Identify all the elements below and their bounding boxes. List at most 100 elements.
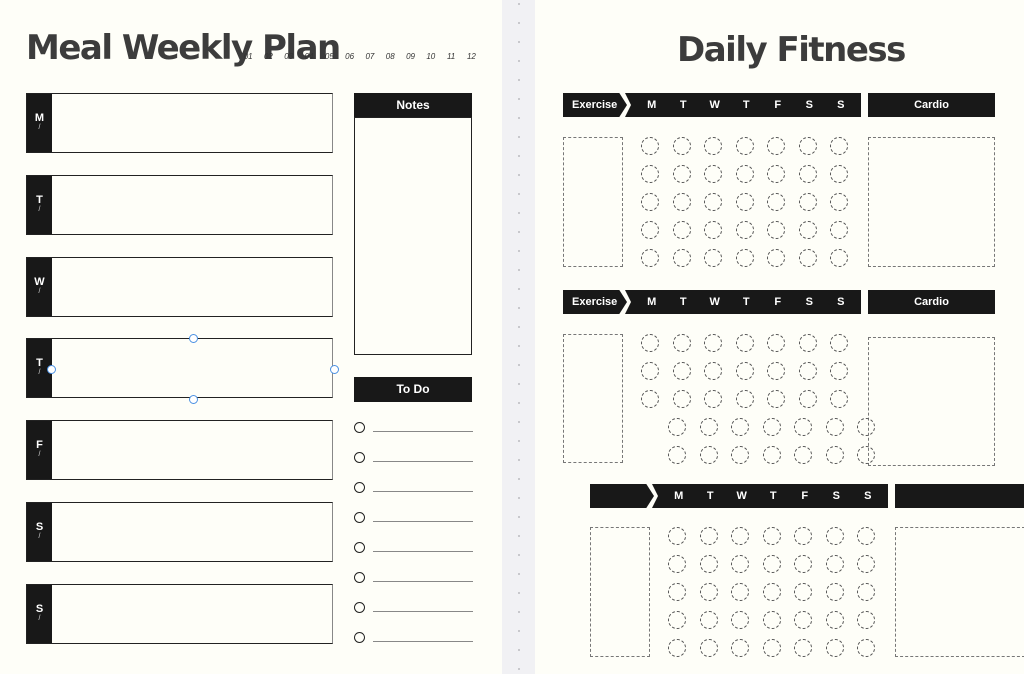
day-box[interactable]: F / bbox=[26, 420, 333, 481]
habit-circle[interactable] bbox=[641, 221, 659, 239]
month-02[interactable]: 02 bbox=[258, 52, 278, 61]
day-box[interactable]: M / bbox=[26, 93, 333, 153]
habit-circle[interactable] bbox=[762, 418, 781, 436]
habit-circle[interactable] bbox=[798, 221, 817, 239]
todo-checkbox[interactable] bbox=[354, 422, 365, 433]
habit-circle[interactable] bbox=[794, 583, 812, 601]
habit-circle[interactable] bbox=[798, 390, 817, 408]
habit-circle[interactable] bbox=[704, 334, 722, 352]
habit-circle[interactable] bbox=[794, 418, 812, 436]
habit-circle[interactable] bbox=[857, 611, 875, 629]
habit-circle[interactable] bbox=[641, 249, 659, 267]
month-06[interactable]: 06 bbox=[339, 52, 359, 61]
month-04[interactable]: 04 bbox=[299, 52, 319, 61]
habit-circle[interactable] bbox=[767, 362, 785, 380]
habit-circle[interactable] bbox=[704, 390, 722, 408]
habit-circle[interactable] bbox=[731, 418, 749, 436]
habit-circle[interactable] bbox=[735, 249, 754, 267]
habit-circle[interactable] bbox=[798, 334, 817, 352]
habit-circle[interactable] bbox=[830, 362, 848, 380]
habit-circle[interactable] bbox=[704, 193, 722, 211]
exercise-box[interactable] bbox=[563, 334, 623, 463]
habit-circle[interactable] bbox=[735, 193, 754, 211]
habit-circle[interactable] bbox=[641, 334, 659, 352]
habit-circle[interactable] bbox=[767, 193, 785, 211]
month-12[interactable]: 12 bbox=[461, 52, 481, 61]
month-05[interactable]: 05 bbox=[319, 52, 339, 61]
habit-circle[interactable] bbox=[699, 527, 718, 545]
habit-circle[interactable] bbox=[672, 334, 691, 352]
habit-circle[interactable] bbox=[641, 165, 659, 183]
todo-line[interactable] bbox=[373, 521, 473, 522]
habit-circle[interactable] bbox=[794, 527, 812, 545]
month-03[interactable]: 03 bbox=[279, 52, 299, 61]
habit-circle[interactable] bbox=[767, 390, 785, 408]
habit-circle[interactable] bbox=[825, 639, 844, 657]
habit-circle[interactable] bbox=[672, 137, 691, 155]
habit-circle[interactable] bbox=[825, 418, 844, 436]
exercise-box[interactable] bbox=[563, 137, 623, 267]
habit-circle[interactable] bbox=[794, 639, 812, 657]
habit-circle[interactable] bbox=[762, 583, 781, 601]
habit-circle[interactable] bbox=[668, 639, 686, 657]
habit-circle[interactable] bbox=[668, 583, 686, 601]
habit-circle[interactable] bbox=[825, 446, 844, 464]
habit-circle[interactable] bbox=[668, 611, 686, 629]
habit-circle[interactable] bbox=[762, 639, 781, 657]
habit-circle[interactable] bbox=[767, 137, 785, 155]
habit-circle[interactable] bbox=[699, 446, 718, 464]
todo-line[interactable] bbox=[373, 611, 473, 612]
exercise-label[interactable]: Exercise bbox=[563, 93, 627, 117]
habit-circle[interactable] bbox=[762, 555, 781, 573]
habit-circle[interactable] bbox=[830, 137, 848, 155]
day-box[interactable]: S / bbox=[26, 502, 333, 562]
habit-circle[interactable] bbox=[857, 418, 875, 436]
selection-handle[interactable] bbox=[189, 334, 198, 344]
todo-checkbox[interactable] bbox=[354, 572, 365, 583]
month-08[interactable]: 08 bbox=[380, 52, 400, 61]
cardio-box[interactable] bbox=[868, 337, 995, 466]
day-box[interactable]: T / bbox=[26, 174, 333, 235]
todo-line[interactable] bbox=[373, 551, 473, 552]
habit-circle[interactable] bbox=[830, 249, 848, 267]
day-box[interactable]: W / bbox=[26, 256, 333, 317]
habit-circle[interactable] bbox=[762, 527, 781, 545]
habit-circle[interactable] bbox=[857, 527, 875, 545]
habit-circle[interactable] bbox=[672, 249, 691, 267]
todo-line[interactable] bbox=[373, 641, 473, 642]
habit-circle[interactable] bbox=[668, 555, 686, 573]
habit-circle[interactable] bbox=[735, 362, 754, 380]
exercise-label[interactable] bbox=[590, 484, 654, 508]
habit-circle[interactable] bbox=[699, 639, 718, 657]
habit-circle[interactable] bbox=[672, 362, 691, 380]
habit-circle[interactable] bbox=[672, 193, 691, 211]
habit-circle[interactable] bbox=[762, 446, 781, 464]
habit-circle[interactable] bbox=[735, 165, 754, 183]
habit-circle[interactable] bbox=[825, 583, 844, 601]
habit-circle[interactable] bbox=[794, 555, 812, 573]
habit-circle[interactable] bbox=[825, 555, 844, 573]
habit-circle[interactable] bbox=[798, 165, 817, 183]
todo-checkbox[interactable] bbox=[354, 512, 365, 523]
month-11[interactable]: 11 bbox=[441, 52, 461, 61]
exercise-label[interactable]: Exercise bbox=[563, 290, 627, 314]
habit-circle[interactable] bbox=[731, 639, 749, 657]
habit-circle[interactable] bbox=[699, 418, 718, 436]
month-09[interactable]: 09 bbox=[400, 52, 420, 61]
fitness-title[interactable]: Daily Fitness bbox=[677, 32, 906, 68]
habit-circle[interactable] bbox=[830, 193, 848, 211]
cardio-header[interactable]: Cardio bbox=[868, 93, 995, 117]
habit-circle[interactable] bbox=[767, 221, 785, 239]
todo-checkbox[interactable] bbox=[354, 632, 365, 643]
todo-checkbox[interactable] bbox=[354, 602, 365, 613]
habit-circle[interactable] bbox=[735, 390, 754, 408]
habit-circle[interactable] bbox=[798, 137, 817, 155]
notes-box[interactable] bbox=[354, 117, 472, 355]
habit-circle[interactable] bbox=[641, 390, 659, 408]
day-box[interactable]: S / bbox=[26, 583, 333, 644]
habit-circle[interactable] bbox=[798, 249, 817, 267]
habit-circle[interactable] bbox=[767, 334, 785, 352]
habit-circle[interactable] bbox=[641, 362, 659, 380]
habit-circle[interactable] bbox=[672, 165, 691, 183]
habit-circle[interactable] bbox=[731, 611, 749, 629]
